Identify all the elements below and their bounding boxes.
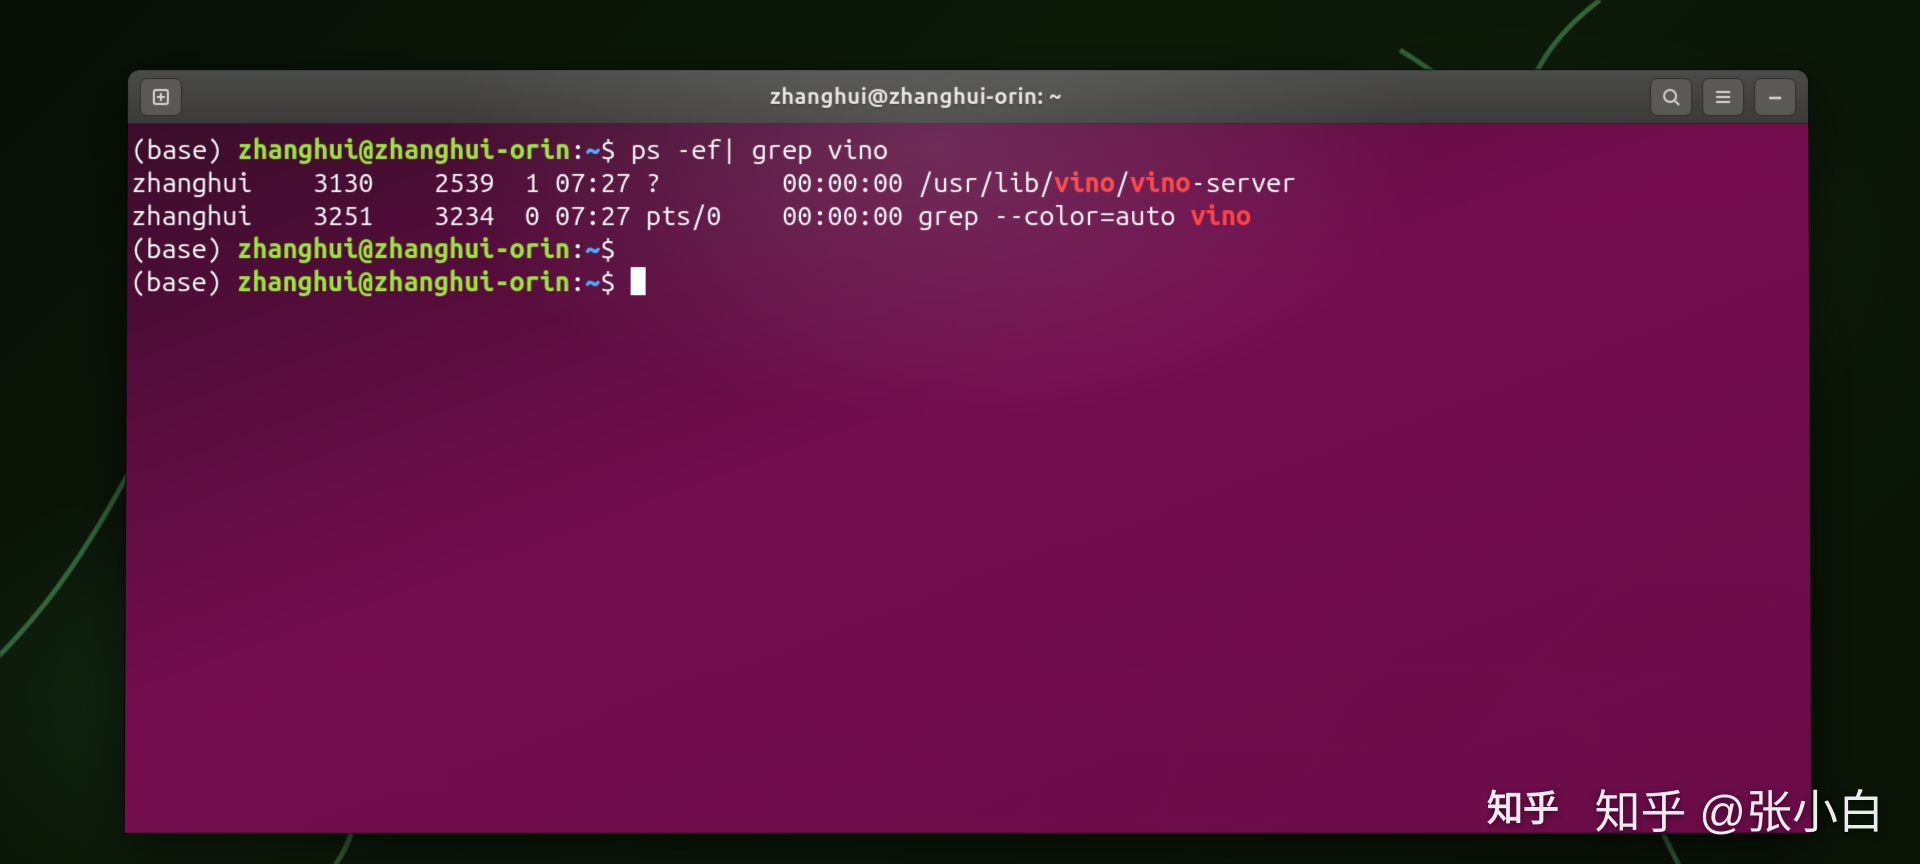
menu-button[interactable] (1702, 77, 1744, 115)
command-text: ps -ef| grep vino (631, 135, 888, 165)
terminal-line: zhanghui 3251 3234 0 07:27 pts/0 00:00:0… (131, 200, 1804, 233)
terminal-body[interactable]: (base) zhanghui@zhanghui-orin:~$ ps -ef|… (125, 124, 1812, 833)
grep-match: vino (1191, 201, 1252, 231)
window-titlebar: zhanghui@zhanghui-orin: ~ (128, 70, 1808, 124)
window-title: zhanghui@zhanghui-orin: ~ (194, 84, 1638, 109)
grep-match: vino (1130, 168, 1191, 198)
terminal-cursor (631, 267, 646, 295)
prompt-env: (base) (132, 135, 238, 165)
zhihu-logo-icon: 知乎 (1487, 786, 1577, 832)
grep-match: vino (1054, 168, 1115, 198)
prompt-userhost: zhanghui@zhanghui-orin (237, 135, 570, 165)
prompt-path: ~ (585, 135, 600, 165)
minimize-button[interactable] (1754, 77, 1796, 115)
new-tab-button[interactable] (140, 77, 182, 115)
new-tab-icon (151, 86, 171, 106)
terminal-line: zhanghui 3130 2539 1 07:27 ? 00:00:00 /u… (131, 167, 1804, 200)
terminal-line: (base) zhanghui@zhanghui-orin:~$ ps -ef|… (132, 134, 1805, 167)
svg-text:知乎: 知乎 (1487, 788, 1559, 829)
search-button[interactable] (1650, 77, 1692, 115)
search-icon (1661, 86, 1681, 106)
hamburger-menu-icon (1713, 86, 1733, 106)
watermark: 知乎 知乎 @张小白 (1487, 776, 1884, 842)
terminal-line: (base) zhanghui@zhanghui-orin:~$ (131, 266, 1805, 299)
minimize-icon (1765, 86, 1785, 106)
watermark-text: 知乎 @张小白 (1595, 776, 1884, 842)
terminal-window: zhanghui@zhanghui-orin: ~ (base) zhanghu… (125, 70, 1812, 833)
terminal-line: (base) zhanghui@zhanghui-orin:~$ (131, 233, 1805, 266)
